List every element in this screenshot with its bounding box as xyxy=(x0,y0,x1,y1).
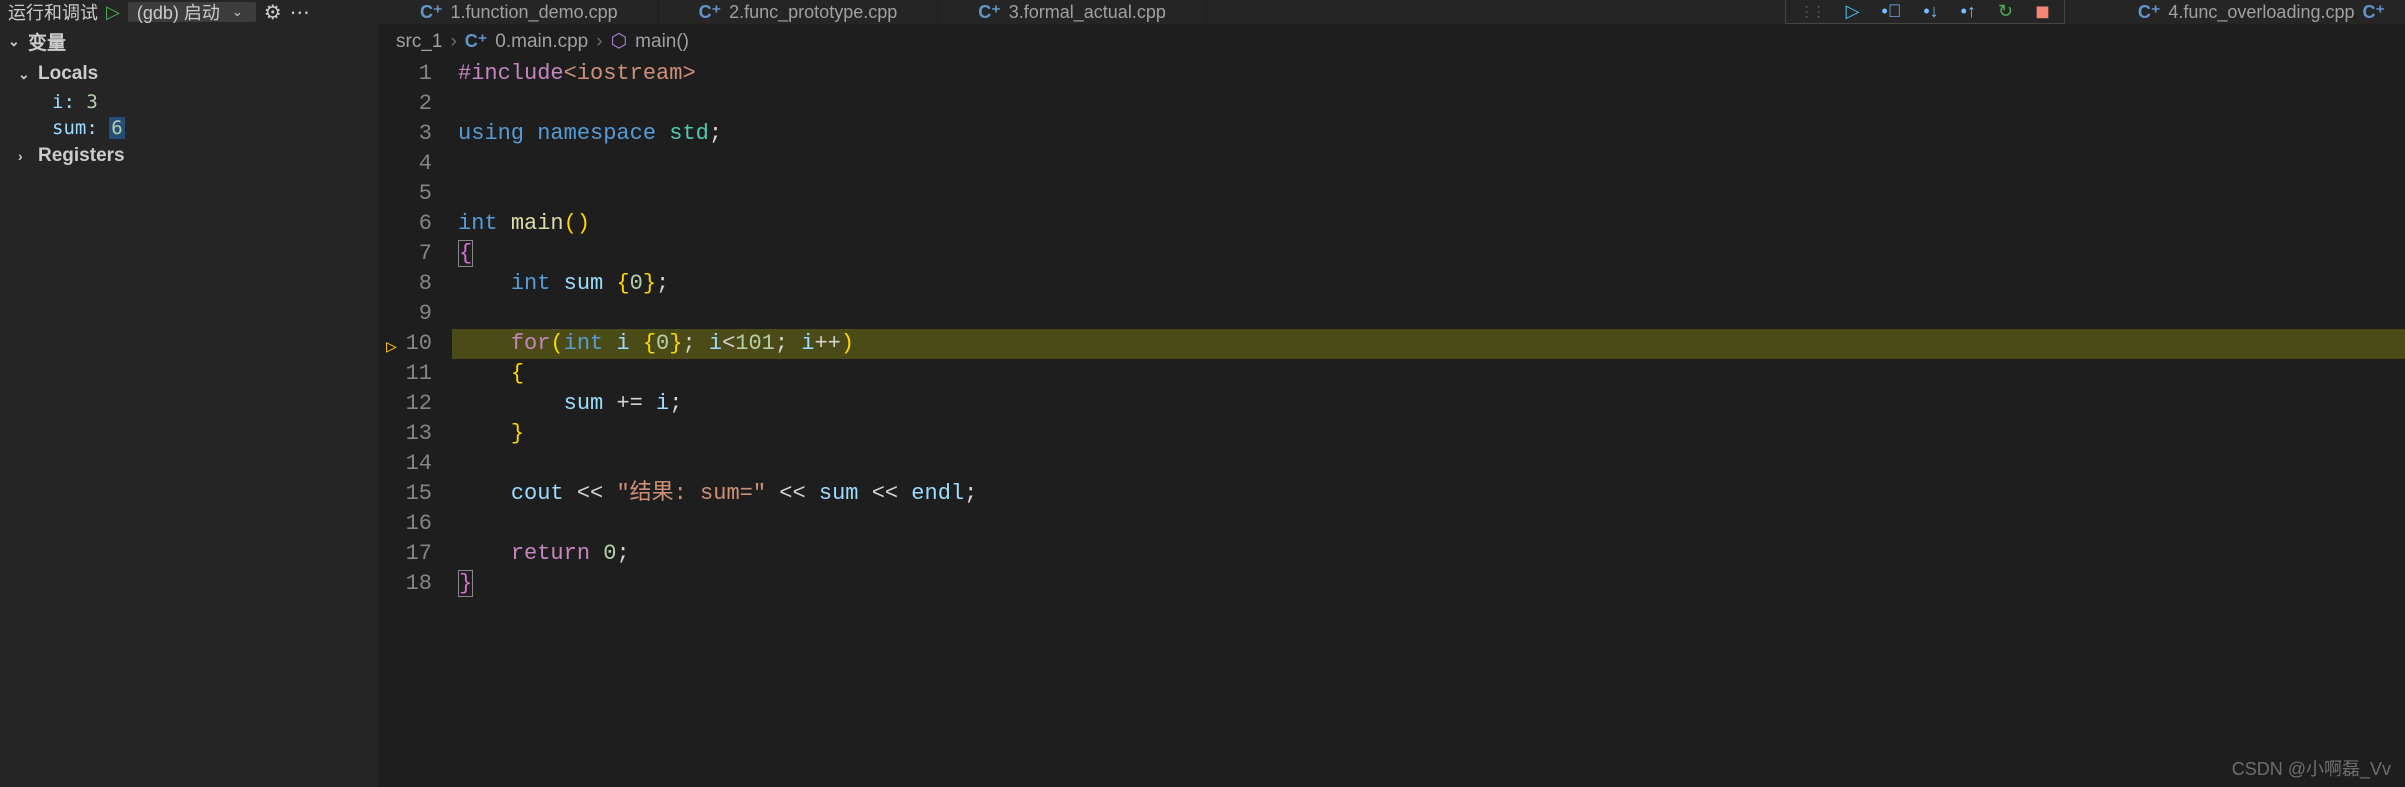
cpp-file-icon: C⁺ xyxy=(699,2,722,23)
code-line[interactable] xyxy=(452,299,2405,329)
editor-tab[interactable]: C⁺ 3.formal_actual.cpp xyxy=(938,0,1207,24)
variable-row[interactable]: sum: 6 xyxy=(0,115,379,141)
code-line[interactable]: { xyxy=(452,359,2405,389)
launch-config-dropdown[interactable]: (gdb) 启动 ⌄ xyxy=(128,2,256,22)
code-line[interactable]: { xyxy=(452,239,2405,269)
restart-button[interactable]: ↻ xyxy=(1998,1,2013,22)
code-line[interactable] xyxy=(452,179,2405,209)
editor-tabs: C⁺ 1.function_demo.cpp C⁺ 2.func_prototype.… xyxy=(380,0,1207,24)
cpp-file-icon: C⁺ xyxy=(2138,2,2161,23)
step-over-button[interactable]: •⃕ xyxy=(1882,1,1902,22)
chevron-right-icon: › xyxy=(18,148,32,164)
breadcrumb[interactable]: src_1 › C⁺ 0.main.cpp › ⬡ main() xyxy=(380,24,2405,59)
gear-icon[interactable]: ⚙ xyxy=(264,0,282,25)
variables-header[interactable]: ⌄ 变量 xyxy=(0,24,379,59)
line-gutter[interactable]: 123456789▷101112131415161718 xyxy=(380,59,452,787)
locals-header[interactable]: ⌄ Locals xyxy=(0,59,379,89)
code-line[interactable]: } xyxy=(452,569,2405,599)
chevron-right-icon: › xyxy=(450,31,456,53)
main-area: ⌄ 变量 ⌄ Locals i: 3sum: 6 › Registers src… xyxy=(0,24,2405,787)
cpp-file-icon: C⁺ xyxy=(2363,2,2386,23)
code-line[interactable]: sum += i; xyxy=(452,389,2405,419)
variables-header-label: 变量 xyxy=(28,28,66,55)
editor: src_1 › C⁺ 0.main.cpp › ⬡ main() 1234567… xyxy=(380,24,2405,787)
top-bar: 运行和调试 ▷ (gdb) 启动 ⌄ ⚙ ⋯ C⁺ 1.function_demo… xyxy=(0,0,2405,24)
editor-tab[interactable]: C⁺ 2.func_prototype.cpp xyxy=(659,0,939,24)
locals-header-label: Locals xyxy=(38,63,98,85)
tab-label: 3.formal_actual.cpp xyxy=(1009,2,1166,23)
code-area[interactable]: 123456789▷101112131415161718 #include<io… xyxy=(380,59,2405,787)
code-line[interactable]: cout << "结果: sum=" << sum << endl; xyxy=(452,479,2405,509)
code-line[interactable]: for(int i {0}; i<101; i++) xyxy=(452,329,2405,359)
code-line[interactable]: #include<iostream> xyxy=(452,59,2405,89)
tab-label: 2.func_prototype.cpp xyxy=(729,2,897,23)
play-icon[interactable]: ▷ xyxy=(106,2,120,23)
code-line[interactable] xyxy=(452,509,2405,539)
code-line[interactable] xyxy=(452,149,2405,179)
drag-handle-icon[interactable]: ⋮⋮ xyxy=(1800,3,1824,20)
more-icon[interactable]: ⋯ xyxy=(290,0,310,25)
code-line[interactable] xyxy=(452,449,2405,479)
symbol-icon: ⬡ xyxy=(611,30,628,53)
variables-panel: ⌄ 变量 ⌄ Locals i: 3sum: 6 › Registers xyxy=(0,24,380,787)
debug-toolbar: ⋮⋮ ▷ •⃕ •↓ •↑ ↻ ◼ xyxy=(1785,0,2065,24)
continue-button[interactable]: ▷ xyxy=(1846,1,1860,22)
chevron-down-icon: ⌄ xyxy=(18,66,32,83)
code-line[interactable]: int sum {0}; xyxy=(452,269,2405,299)
step-out-button[interactable]: •↑ xyxy=(1961,1,1976,22)
editor-tab[interactable]: C⁺ 1.function_demo.cpp xyxy=(380,0,659,24)
chevron-right-icon: › xyxy=(596,31,602,53)
stop-button[interactable]: ◼ xyxy=(2035,1,2050,22)
cpp-file-icon: C⁺ xyxy=(465,31,488,52)
code-line[interactable]: } xyxy=(452,419,2405,449)
cpp-file-icon: C⁺ xyxy=(420,2,443,23)
tab-label: 1.function_demo.cpp xyxy=(451,2,618,23)
registers-header[interactable]: › Registers xyxy=(0,141,379,171)
overflow-tab[interactable]: C⁺ 4.func_overloading.cpp C⁺ xyxy=(2118,0,2405,24)
tab-label: 4.func_overloading.cpp xyxy=(2168,2,2354,23)
code-line[interactable]: int main() xyxy=(452,209,2405,239)
chevron-down-icon: ⌄ xyxy=(8,33,22,50)
code-lines[interactable]: #include<iostream> using namespace std; in… xyxy=(452,59,2405,787)
current-line-arrow-icon: ▷ xyxy=(386,333,397,363)
registers-header-label: Registers xyxy=(38,145,125,167)
step-into-button[interactable]: •↓ xyxy=(1923,1,1938,22)
breadcrumb-file[interactable]: 0.main.cpp xyxy=(495,31,588,53)
breadcrumb-root[interactable]: src_1 xyxy=(396,31,442,53)
code-line[interactable]: return 0; xyxy=(452,539,2405,569)
watermark: CSDN @小啊磊_Vv xyxy=(2232,755,2391,781)
launch-config-label: (gdb) 启动 xyxy=(137,0,220,25)
variable-row[interactable]: i: 3 xyxy=(0,89,379,115)
breadcrumb-symbol[interactable]: main() xyxy=(635,31,689,53)
run-debug-label: 运行和调试 xyxy=(8,0,98,25)
code-line[interactable]: using namespace std; xyxy=(452,119,2405,149)
cpp-file-icon: C⁺ xyxy=(978,2,1001,23)
chevron-down-icon: ⌄ xyxy=(232,4,243,20)
code-line[interactable] xyxy=(452,89,2405,119)
